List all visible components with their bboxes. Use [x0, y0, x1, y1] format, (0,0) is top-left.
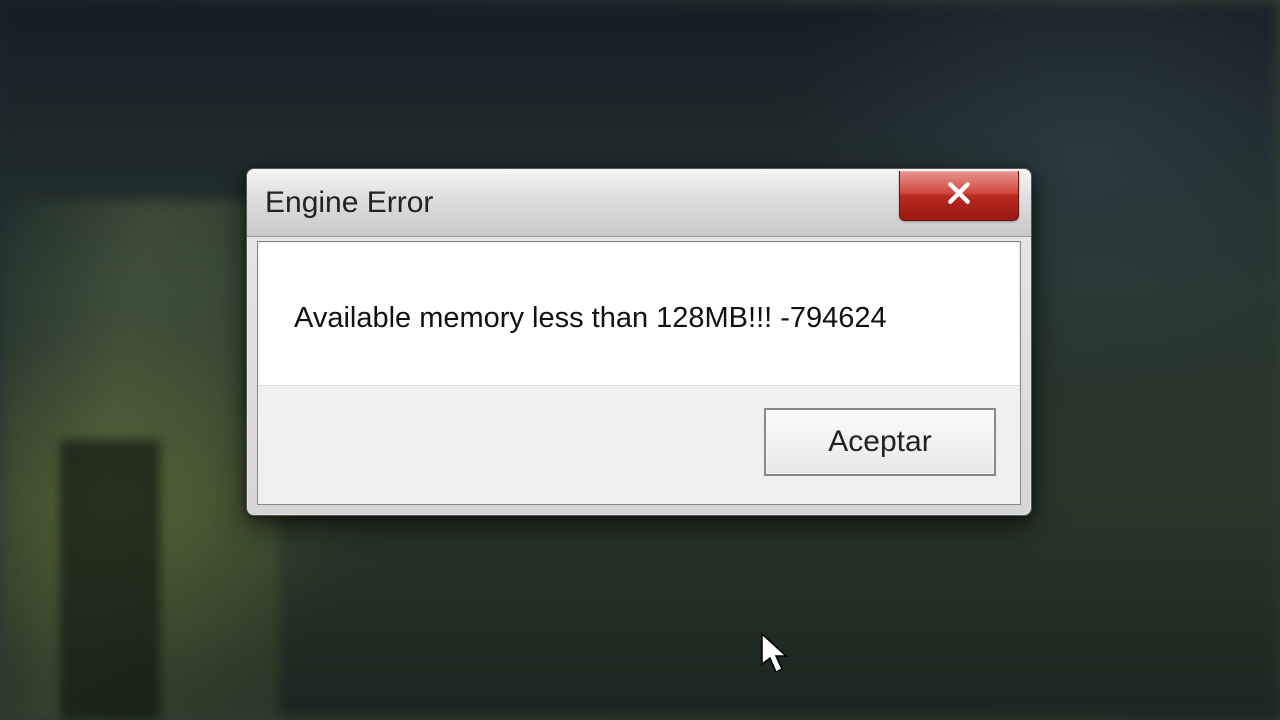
background-shadow — [60, 440, 160, 720]
close-icon — [946, 180, 972, 211]
message-area: Available memory less than 128MB!!! -794… — [258, 242, 1020, 385]
accept-button[interactable]: Aceptar — [764, 408, 996, 476]
dialog-titlebar[interactable]: Engine Error — [247, 169, 1031, 237]
error-dialog: Engine Error Available memory less than … — [246, 168, 1032, 516]
close-button[interactable] — [899, 171, 1019, 221]
dialog-title: Engine Error — [265, 186, 433, 220]
error-message: Available memory less than 128MB!!! -794… — [294, 302, 984, 335]
button-area: Aceptar — [258, 385, 1020, 504]
dialog-content: Available memory less than 128MB!!! -794… — [257, 241, 1021, 505]
